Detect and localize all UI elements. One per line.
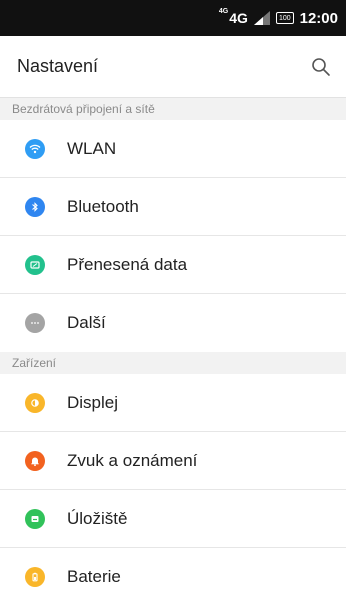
- battery-level-text: 100: [278, 14, 291, 22]
- network-type-label: 4G: [229, 10, 248, 26]
- search-button[interactable]: [308, 54, 334, 80]
- settings-item-label: WLAN: [67, 138, 117, 158]
- section-header-wireless: Bezdrátová připojení a sítě: [0, 98, 346, 120]
- section-header-device: Zařízení: [0, 352, 346, 374]
- settings-item-label: Baterie: [67, 567, 121, 586]
- bell-icon: [25, 450, 45, 471]
- settings-item-label: Přenesená data: [67, 254, 188, 274]
- settings-item-storage[interactable]: Úložiště: [0, 490, 346, 548]
- settings-item-label: Bluetooth: [67, 196, 139, 216]
- settings-item-wlan[interactable]: WLAN: [0, 120, 346, 178]
- settings-item-sound[interactable]: Zvuk a oznámení: [0, 432, 346, 490]
- settings-item-display[interactable]: Displej: [0, 374, 346, 432]
- section-header-label: Bezdrátová připojení a sítě: [12, 102, 155, 116]
- search-icon: [312, 57, 330, 76]
- signal-icon: [253, 11, 270, 25]
- settings-screen: 4G 4G 100 12:00 Nastavení Bezdrátová při…: [0, 0, 346, 613]
- battery-icon: [25, 567, 45, 587]
- status-bar: 4G 4G 100 12:00: [0, 0, 346, 36]
- app-bar: Nastavení: [0, 36, 346, 98]
- more-icon: [25, 313, 45, 333]
- settings-item-label: Displej: [67, 392, 119, 412]
- settings-item-battery[interactable]: Baterie: [0, 548, 346, 606]
- network-indicator: 4G 4G: [218, 8, 248, 26]
- display-icon: [25, 392, 45, 413]
- network-sup-label: 4G: [218, 8, 229, 15]
- section-header-label: Zařízení: [12, 356, 57, 370]
- data-usage-icon: [25, 254, 45, 275]
- storage-icon: [25, 508, 45, 529]
- settings-item-bluetooth[interactable]: Bluetooth: [0, 178, 346, 236]
- settings-item-label: Zvuk a oznámení: [67, 450, 198, 470]
- battery-status-icon: 100: [275, 12, 294, 24]
- settings-item-more[interactable]: Další: [0, 294, 346, 352]
- clock: 12:00: [299, 9, 338, 27]
- settings-item-label: Úložiště: [67, 508, 128, 528]
- bluetooth-icon: [25, 196, 45, 217]
- settings-item-label: Další: [67, 313, 106, 332]
- page-title: Nastavení: [17, 56, 99, 76]
- settings-item-data-usage[interactable]: Přenesená data: [0, 236, 346, 294]
- wifi-icon: [25, 138, 45, 159]
